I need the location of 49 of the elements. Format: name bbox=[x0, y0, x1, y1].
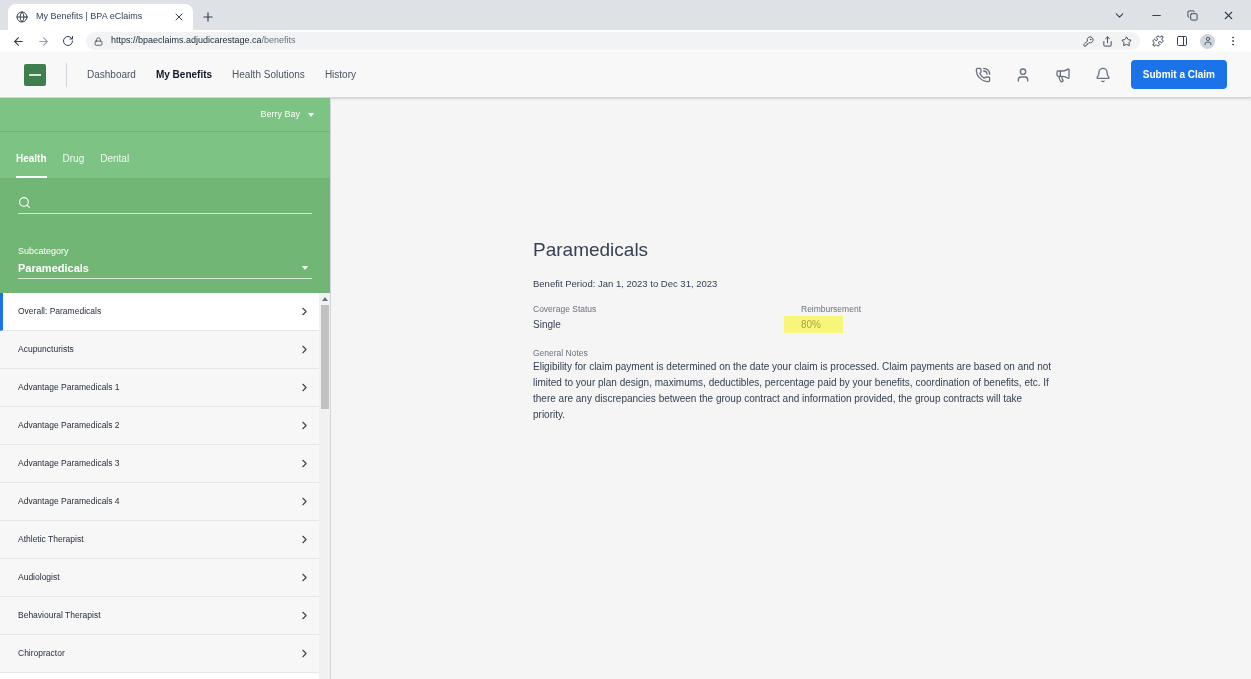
submit-claim-button[interactable]: Submit a Claim bbox=[1130, 60, 1227, 89]
phone-icon[interactable] bbox=[974, 66, 991, 83]
nav-link[interactable]: Health Solutions bbox=[232, 67, 305, 82]
subcategory-item[interactable]: Chiropractor bbox=[0, 635, 319, 673]
reload-icon[interactable] bbox=[62, 35, 74, 47]
forward-icon[interactable] bbox=[37, 34, 50, 48]
tab-title: My Benefits | BPA eClaims bbox=[36, 10, 144, 24]
notes-label: General Notes bbox=[533, 346, 589, 360]
globe-icon bbox=[16, 11, 28, 23]
browser-tab[interactable]: My Benefits | BPA eClaims bbox=[8, 4, 193, 30]
new-tab-icon[interactable] bbox=[201, 10, 215, 24]
nav-link[interactable]: Dashboard bbox=[87, 67, 136, 82]
field-label: Coverage Status bbox=[533, 302, 598, 316]
subcategory-item[interactable]: Audiologist bbox=[0, 559, 319, 597]
share-icon[interactable] bbox=[1102, 35, 1113, 47]
bell-icon[interactable] bbox=[1094, 66, 1111, 83]
field-value: Single bbox=[533, 317, 561, 332]
subcategory-item[interactable]: Behavioural Therapist bbox=[0, 597, 319, 635]
subcategory-item[interactable]: Overall: Paramedicals bbox=[0, 293, 319, 331]
subcategory-item[interactable]: Athletic Therapist bbox=[0, 521, 319, 559]
star-icon[interactable] bbox=[1121, 35, 1132, 47]
search-icon bbox=[18, 196, 31, 209]
subcategory-item[interactable]: Advantage Paramedicals 4 bbox=[0, 483, 319, 521]
close-icon[interactable] bbox=[173, 11, 185, 23]
subcategory-label: Subcategory bbox=[18, 245, 70, 258]
lock-icon bbox=[94, 36, 103, 46]
scrollbar[interactable] bbox=[319, 293, 330, 679]
subcategory-item[interactable]: Advantage Paramedicals 3 bbox=[0, 445, 319, 483]
field-label: Reimbursement bbox=[801, 302, 862, 316]
nav-link[interactable]: History bbox=[324, 67, 356, 82]
address-bar[interactable]: https://bpaeclaims.adjudicarestage.ca/benefits bbox=[86, 32, 1140, 50]
close-icon[interactable] bbox=[1222, 9, 1235, 22]
side-panel-icon[interactable] bbox=[1176, 35, 1188, 47]
general-notes: Eligibility for claim payment is determined on the date your claim is processed. Claim payments are based on and not limited to your plan design, maximums, deductibles, percentage paid by your benefits, coordination of benefits, etc. If there are any discrepancies between the group contract and information provided, the group contracts will take priority. bbox=[533, 360, 1053, 423]
profile-icon[interactable] bbox=[1200, 33, 1215, 49]
benefit-period: Benefit Period: Jan 1, 2023 to Dec 31, 2023 bbox=[533, 276, 719, 291]
field-value: 80% bbox=[784, 315, 843, 333]
megaphone-icon[interactable] bbox=[1054, 66, 1071, 83]
extensions-icon[interactable] bbox=[1152, 35, 1164, 47]
restore-icon[interactable] bbox=[1187, 10, 1198, 21]
page-title: Paramedicals bbox=[533, 238, 650, 262]
back-icon[interactable] bbox=[12, 34, 25, 48]
subcategory-item[interactable]: Advantage Paramedicals 1 bbox=[0, 369, 319, 407]
subcategory-item[interactable]: Acupuncturists bbox=[0, 331, 319, 369]
key-icon[interactable] bbox=[1083, 35, 1094, 47]
subcategory-item[interactable]: Advantage Paramedicals 2 bbox=[0, 407, 319, 445]
logo-icon[interactable] bbox=[24, 63, 46, 86]
nav-link[interactable]: My Benefits bbox=[155, 67, 213, 82]
url-text: https://bpaeclaims.adjudicarestage.ca/benefits bbox=[111, 34, 296, 48]
